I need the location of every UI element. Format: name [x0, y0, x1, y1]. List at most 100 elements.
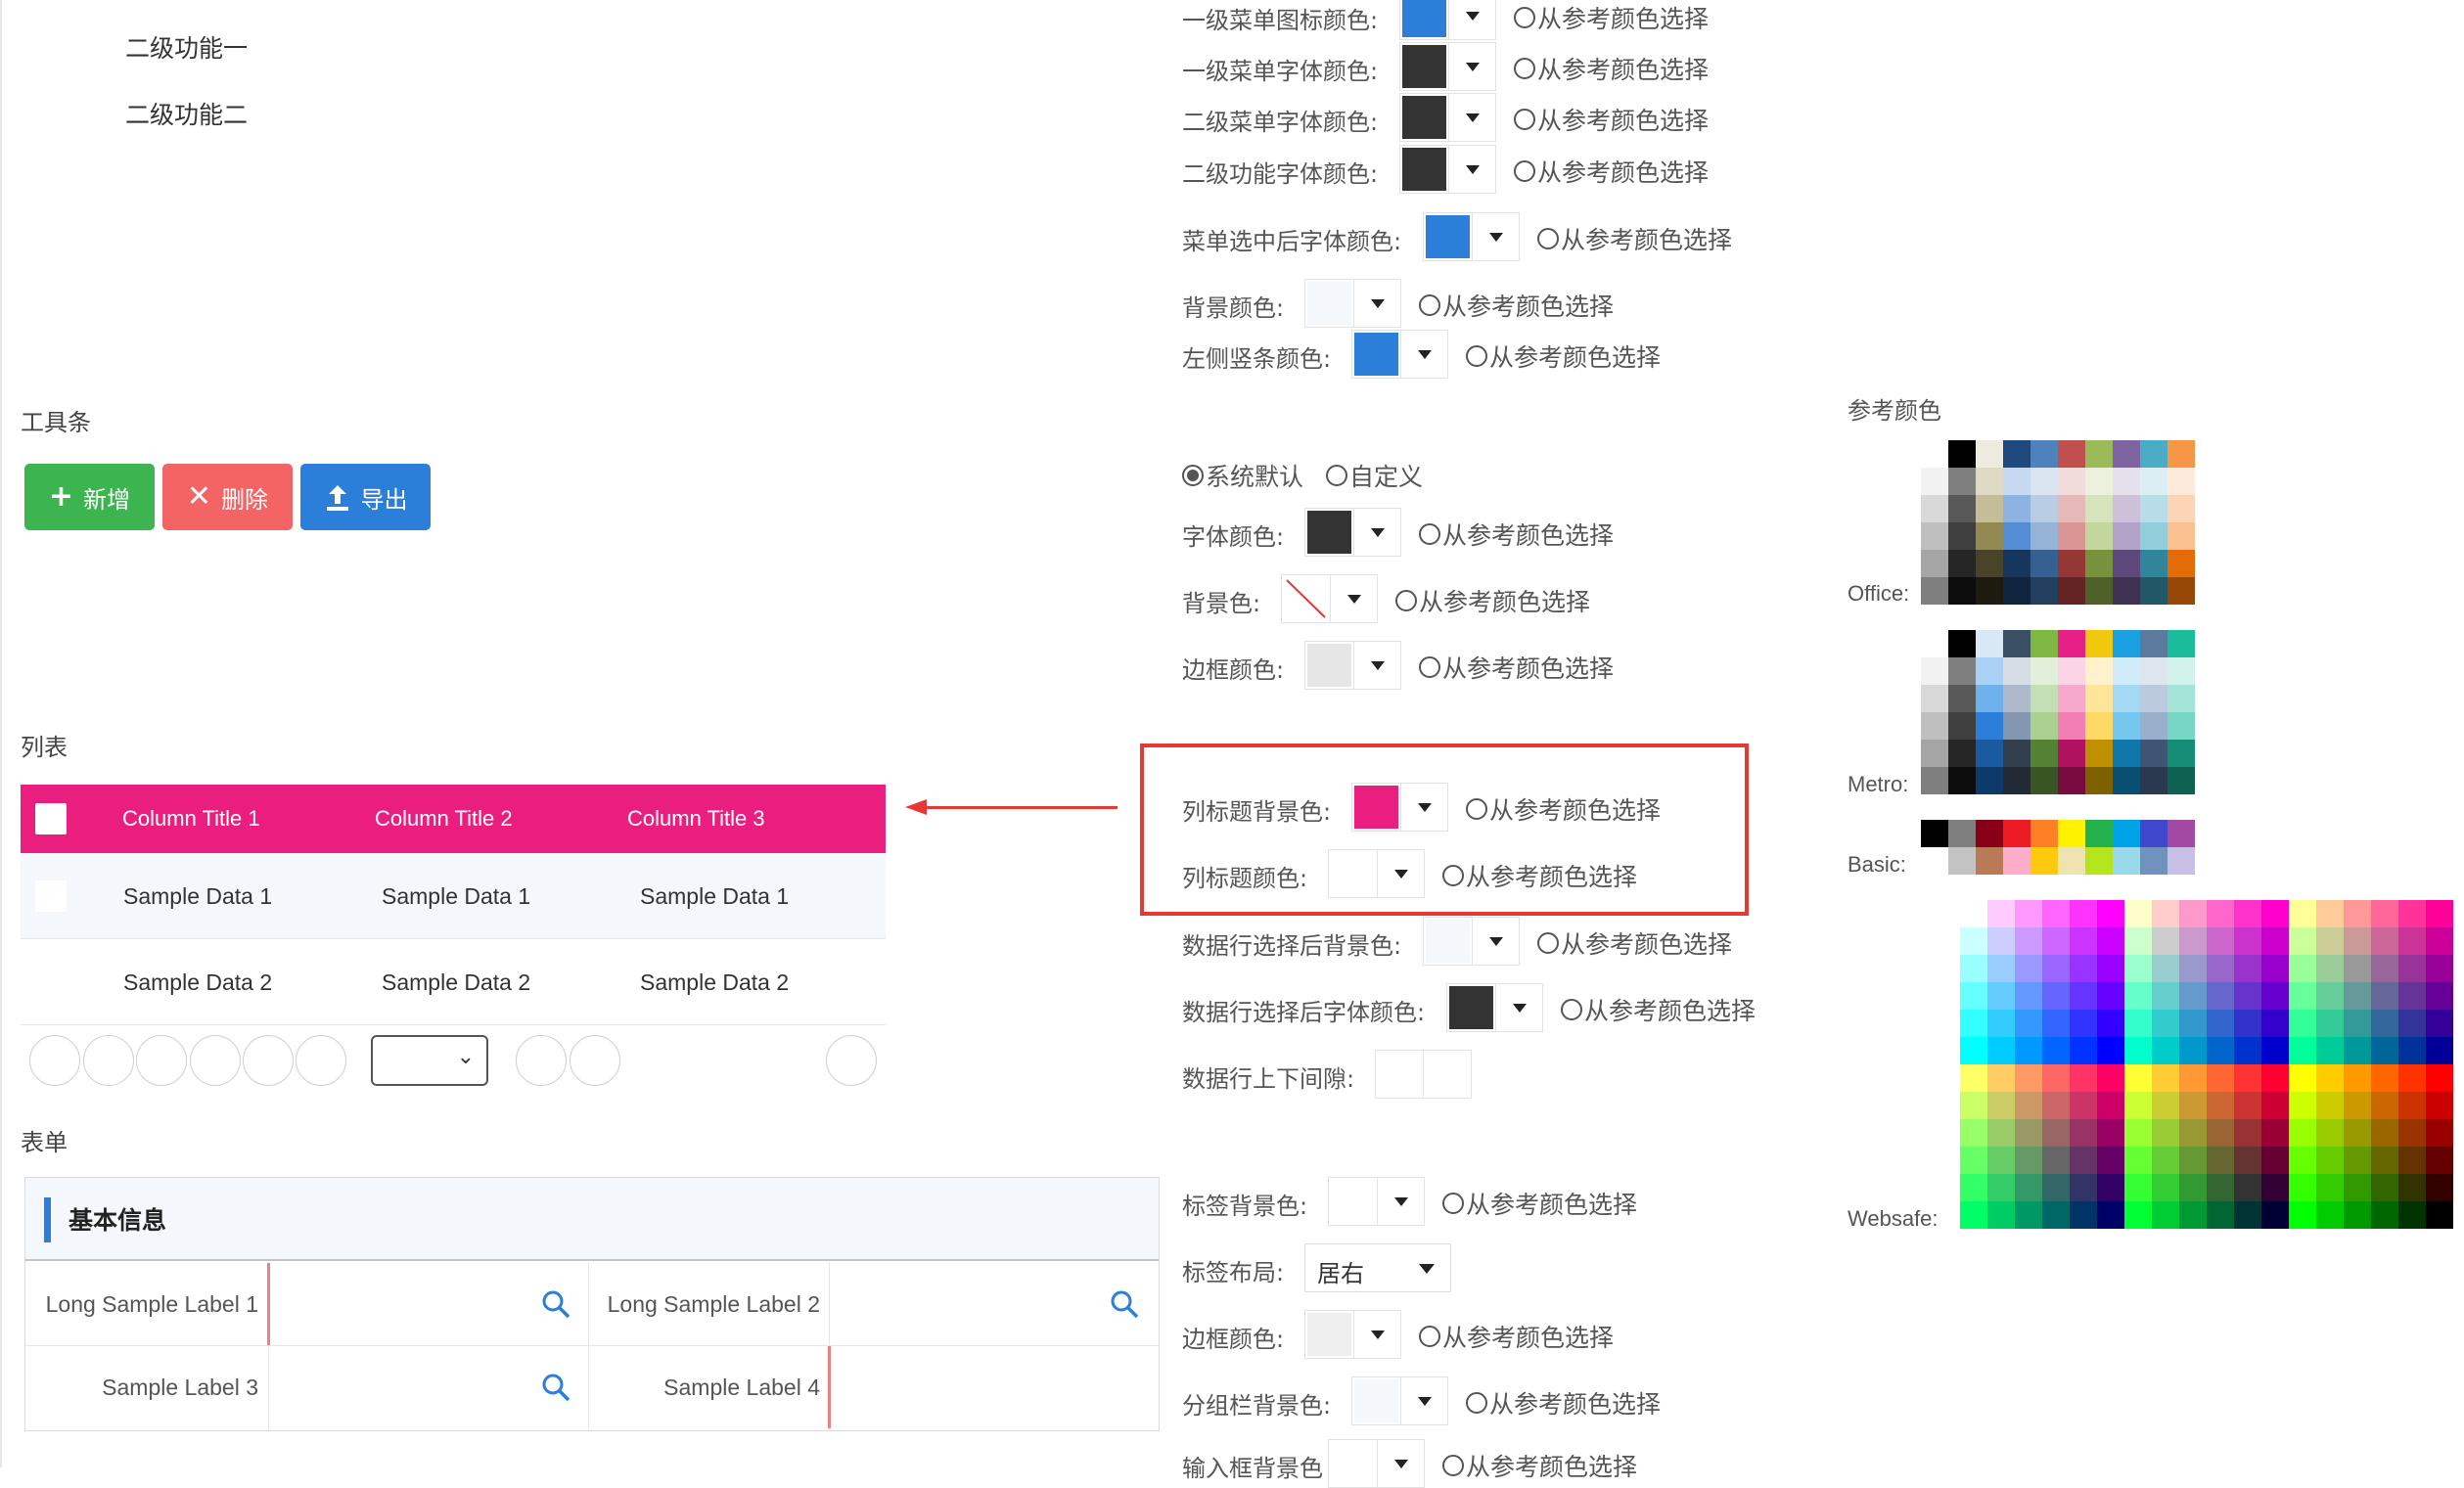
table-row[interactable]: Sample Data 1 Sample Data 1 Sample Data … [21, 853, 886, 939]
radio-ref-menu-2[interactable]: 从参考颜色选择 [1514, 102, 1709, 137]
palette-color-cell[interactable] [2097, 1092, 2124, 1119]
radio-ref-grid-1[interactable]: 从参考颜色选择 [1442, 858, 1637, 893]
palette-color-cell[interactable] [2344, 900, 2371, 927]
palette-color-cell[interactable] [2031, 740, 2058, 767]
palette-color-cell[interactable] [2003, 820, 2031, 847]
palette-color-cell[interactable] [2003, 522, 2031, 550]
palette-color-cell[interactable] [2058, 685, 2085, 712]
palette-color-cell[interactable] [2015, 1119, 2042, 1147]
palette-color-cell[interactable] [2289, 1147, 2316, 1174]
palette-color-cell[interactable] [2031, 577, 2058, 605]
palette-color-cell[interactable] [1987, 955, 2015, 982]
palette-color-cell[interactable] [2261, 1092, 2289, 1119]
palette-color-cell[interactable] [2070, 1201, 2097, 1229]
palette-color-cell[interactable] [1921, 522, 1948, 550]
palette-color-cell[interactable] [2070, 1119, 2097, 1147]
palette-color-cell[interactable] [2426, 1119, 2453, 1147]
palette-color-cell[interactable] [2097, 1201, 2124, 1229]
palette-color-cell[interactable] [2234, 1174, 2261, 1201]
palette-color-cell[interactable] [2207, 927, 2234, 955]
palette-color-cell[interactable] [2316, 1201, 2344, 1229]
palette-color-cell[interactable] [2015, 955, 2042, 982]
palette-color-cell[interactable] [1921, 630, 1948, 657]
palette-color-cell[interactable] [2398, 1119, 2426, 1147]
palette-color-cell[interactable] [1987, 1092, 2015, 1119]
form-input-4[interactable] [831, 1347, 1158, 1427]
palette-color-cell[interactable] [2207, 1147, 2234, 1174]
palette-color-cell[interactable] [2003, 685, 2031, 712]
palette-color-cell[interactable] [2426, 1147, 2453, 1174]
palette-color-cell[interactable] [2015, 1037, 2042, 1064]
palette-color-cell[interactable] [2426, 982, 2453, 1010]
palette-color-cell[interactable] [2140, 468, 2167, 495]
palette-color-cell[interactable] [2058, 577, 2085, 605]
palette-color-cell[interactable] [2344, 1010, 2371, 1037]
palette-color-cell[interactable] [2124, 1092, 2152, 1119]
palette-color-cell[interactable] [2124, 955, 2152, 982]
palette-color-cell[interactable] [2015, 1010, 2042, 1037]
palette-color-cell[interactable] [2124, 1174, 2152, 1201]
palette-color-cell[interactable] [2085, 685, 2113, 712]
palette-color-cell[interactable] [2113, 630, 2140, 657]
row-gap-input[interactable] [1375, 1050, 1472, 1099]
palette-color-cell[interactable] [2124, 1119, 2152, 1147]
palette-color-cell[interactable] [2097, 1119, 2124, 1147]
pager-last-button[interactable] [296, 1035, 346, 1086]
color-picker-toolbar-1[interactable] [1281, 574, 1378, 623]
palette-color-cell[interactable] [2124, 900, 2152, 927]
palette-color-cell[interactable] [2031, 657, 2058, 685]
palette-color-cell[interactable] [2371, 927, 2398, 955]
palette-color-cell[interactable] [2058, 820, 2085, 847]
caret-down-icon[interactable] [1448, 43, 1495, 90]
palette-color-cell[interactable] [2113, 685, 2140, 712]
palette-color-cell[interactable] [2031, 550, 2058, 577]
palette-color-cell[interactable] [2152, 1010, 2179, 1037]
palette-color-cell[interactable] [1987, 1147, 2015, 1174]
palette-color-cell[interactable] [2371, 1119, 2398, 1147]
palette-color-cell[interactable] [2070, 1064, 2097, 1092]
palette-color-cell[interactable] [2113, 495, 2140, 522]
palette-color-cell[interactable] [1948, 685, 1976, 712]
palette-color-cell[interactable] [2152, 1119, 2179, 1147]
palette-color-cell[interactable] [2289, 1174, 2316, 1201]
palette-color-cell[interactable] [2426, 927, 2453, 955]
palette-color-cell[interactable] [2003, 550, 2031, 577]
label-layout-select[interactable]: 居右 [1304, 1243, 1451, 1292]
palette-color-cell[interactable] [2152, 1037, 2179, 1064]
palette-color-cell[interactable] [2042, 1092, 2070, 1119]
palette-color-cell[interactable] [1987, 927, 2015, 955]
palette-color-cell[interactable] [2070, 1037, 2097, 1064]
palette-color-cell[interactable] [2316, 982, 2344, 1010]
palette-color-cell[interactable] [2015, 1064, 2042, 1092]
palette-color-cell[interactable] [1960, 982, 1987, 1010]
palette-color-cell[interactable] [2316, 1092, 2344, 1119]
pager-goto-button[interactable] [516, 1035, 567, 1086]
palette-color-cell[interactable] [2426, 1010, 2453, 1037]
palette-color-cell[interactable] [2097, 955, 2124, 982]
palette-color-cell[interactable] [2113, 740, 2140, 767]
color-picker-menu-1[interactable] [1399, 42, 1496, 91]
palette-color-cell[interactable] [2124, 927, 2152, 955]
palette-color-cell[interactable] [2140, 847, 2167, 875]
palette-color-cell[interactable] [2085, 577, 2113, 605]
palette-color-cell[interactable] [1921, 740, 1948, 767]
palette-color-cell[interactable] [2140, 577, 2167, 605]
palette-color-cell[interactable] [2085, 657, 2113, 685]
palette-color-cell[interactable] [2031, 522, 2058, 550]
palette-color-cell[interactable] [2097, 1010, 2124, 1037]
palette-color-cell[interactable] [2031, 685, 2058, 712]
palette-color-cell[interactable] [2031, 820, 2058, 847]
row-checkbox[interactable] [35, 880, 67, 912]
palette-color-cell[interactable] [2316, 1119, 2344, 1147]
palette-color-cell[interactable] [2124, 1037, 2152, 1064]
palette-color-cell[interactable] [2031, 712, 2058, 740]
palette-color-cell[interactable] [2031, 630, 2058, 657]
caret-down-icon[interactable] [1400, 1377, 1447, 1424]
palette-color-cell[interactable] [2316, 1037, 2344, 1064]
color-picker-menu-4[interactable] [1423, 212, 1520, 261]
color-picker-form-2[interactable] [1304, 1310, 1401, 1359]
palette-color-cell[interactable] [2207, 900, 2234, 927]
color-picker-grid-0[interactable] [1351, 783, 1448, 832]
palette-color-cell[interactable] [2152, 982, 2179, 1010]
palette-color-cell[interactable] [2003, 740, 2031, 767]
